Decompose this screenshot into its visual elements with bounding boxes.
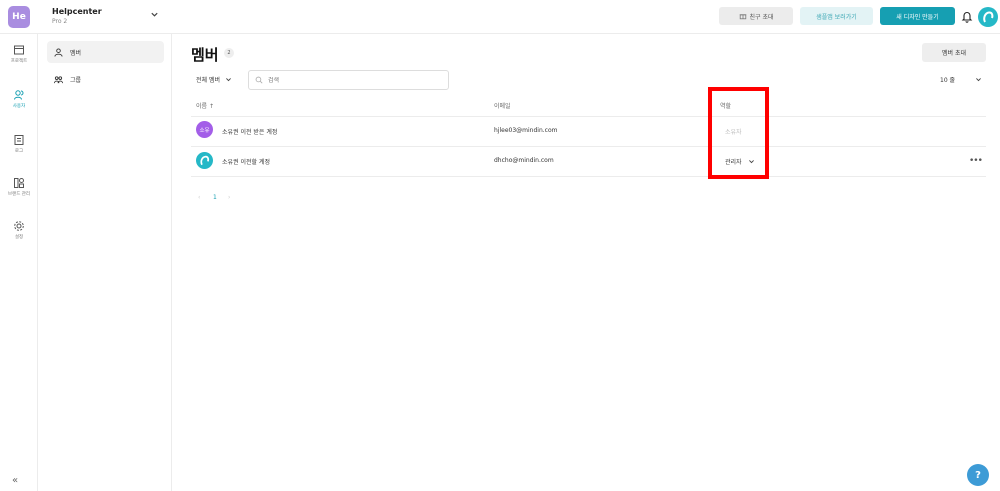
settings-icon: [14, 221, 24, 231]
sidebar-item-groups[interactable]: 그룹: [47, 68, 164, 90]
rail-label: 로그: [14, 149, 24, 154]
icon-rail: 프로젝트 사용자 로그 브랜드 관리 설정 «: [0, 34, 38, 491]
pagination-next[interactable]: ›: [228, 194, 230, 201]
member-filter-dropdown[interactable]: 전체 멤버: [196, 75, 232, 84]
pagination-page[interactable]: 1: [213, 194, 217, 201]
workspace-name[interactable]: Helpcenter: [52, 7, 102, 16]
search-input[interactable]: [268, 76, 438, 84]
member-count-badge: 2: [224, 48, 234, 58]
sidebar-item-members[interactable]: 멤버: [47, 41, 164, 63]
workspace-avatar[interactable]: He: [8, 6, 30, 28]
main-content: 멤버 2 멤버 초대 전체 멤버 10 줄 이름 ↑ 이메일 역할 소유 소유권…: [172, 34, 1000, 491]
rail-label: 사용자: [12, 104, 26, 109]
rail-label: 브랜드 관리: [7, 192, 31, 197]
column-header-email: 이메일: [494, 103, 511, 110]
pagination-current: 1: [213, 194, 217, 201]
member-filter-label: 전체 멤버: [196, 77, 220, 84]
member-avatar: [196, 152, 213, 169]
sidebar-item-label: 그룹: [70, 76, 82, 84]
users-sidebar: 멤버 그룹: [38, 34, 172, 491]
invite-member-button[interactable]: 멤버 초대: [922, 43, 986, 62]
member-email: hjlee03@mindin.com: [494, 127, 558, 134]
collapse-sidebar-button[interactable]: «: [12, 475, 18, 486]
pagination-prev[interactable]: ‹: [198, 194, 200, 201]
table-divider: [191, 146, 986, 147]
sample-app-label: 샘플앱 보러가기: [816, 13, 857, 21]
chevron-down-icon[interactable]: [150, 10, 159, 19]
table-divider: [191, 116, 986, 117]
member-logo-icon: [200, 155, 210, 166]
chevron-down-icon: [226, 78, 231, 82]
bell-icon[interactable]: [961, 10, 973, 23]
member-name: 소유권 이전 받은 계정: [222, 129, 278, 136]
invite-friend-button[interactable]: 친구 초대: [719, 7, 793, 25]
new-design-button[interactable]: 새 디자인 만들기: [880, 7, 955, 25]
rows-per-page-select[interactable]: 10 줄: [940, 75, 955, 84]
rail-item-log[interactable]: 로그: [0, 134, 38, 154]
users-icon: [14, 90, 24, 100]
table-divider: [191, 176, 986, 177]
help-button[interactable]: ?: [967, 464, 989, 486]
rail-item-users[interactable]: 사용자: [0, 89, 38, 109]
member-email: dhcho@mindin.com: [494, 157, 554, 164]
workspace-plan: Pro 2: [52, 18, 68, 25]
gift-icon: [739, 14, 746, 20]
log-icon: [14, 135, 24, 145]
rail-item-brand[interactable]: 브랜드 관리: [0, 177, 38, 197]
rail-item-projects[interactable]: 프로젝트: [0, 44, 38, 64]
user-avatar[interactable]: [978, 7, 998, 27]
user-logo-icon: [983, 11, 994, 23]
sample-app-button[interactable]: 샘플앱 보러가기: [800, 7, 873, 25]
more-options-icon[interactable]: •••: [969, 156, 983, 166]
member-name: 소유권 이전할 계정: [222, 159, 270, 166]
sidebar-item-label: 멤버: [70, 49, 82, 57]
top-bar: He Helpcenter Pro 2 친구 초대 샘플앱 보러가기 새 디자인…: [0, 0, 1000, 34]
projects-icon: [14, 45, 24, 55]
column-header-name[interactable]: 이름 ↑: [196, 101, 214, 110]
rail-label: 프로젝트: [10, 59, 28, 64]
search-field[interactable]: [248, 70, 449, 90]
brand-icon: [14, 178, 24, 188]
member-avatar: 소유: [196, 121, 213, 138]
search-icon: [255, 76, 263, 84]
rail-item-settings[interactable]: 설정: [0, 220, 38, 240]
group-icon: [54, 75, 63, 83]
rail-label: 설정: [14, 235, 24, 240]
page-title: 멤버: [191, 46, 219, 64]
role-column-highlight: [708, 87, 769, 179]
new-design-label: 새 디자인 만들기: [896, 13, 939, 21]
invite-friend-label: 친구 초대: [749, 13, 774, 21]
chevron-down-icon[interactable]: [975, 76, 982, 83]
person-icon: [54, 47, 63, 57]
